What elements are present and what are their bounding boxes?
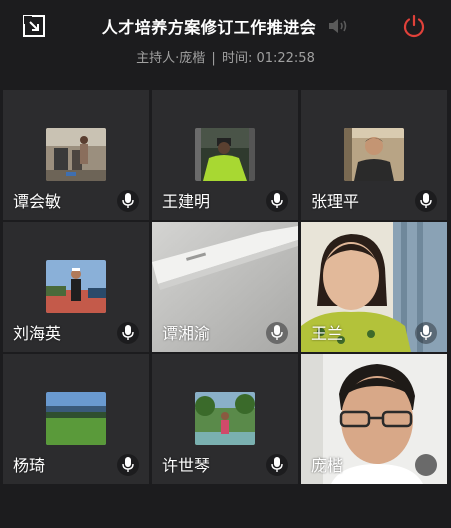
participant-video[interactable]: 庞楷 bbox=[301, 354, 447, 484]
meeting-info: 主持人·庞楷 | 时间: 01:22:58 bbox=[0, 47, 451, 66]
participant-name: 王建明 bbox=[162, 192, 211, 211]
participant-avatar bbox=[46, 392, 106, 445]
participant-avatar bbox=[46, 128, 106, 181]
meeting-header: 人才培养方案修订工作推进会 主持人·庞楷 | 时间: 01:22:58 bbox=[0, 0, 451, 86]
participant-video[interactable]: 王兰 bbox=[301, 222, 447, 352]
mic-icon[interactable] bbox=[266, 454, 288, 476]
info-separator: | bbox=[211, 51, 216, 66]
speaker-icon[interactable] bbox=[327, 17, 349, 35]
mic-icon[interactable] bbox=[266, 190, 288, 212]
mic-icon[interactable] bbox=[117, 454, 139, 476]
participant-avatar bbox=[195, 128, 255, 181]
participant-tile[interactable]: 王建明 bbox=[152, 90, 298, 220]
participant-tile[interactable]: 刘海英 bbox=[3, 222, 149, 352]
participant-grid: 谭会敏 王建明 张理平 刘海英 谭湘渝 王兰 杨琦 许世琴 庞楷 bbox=[3, 90, 447, 484]
participant-tile[interactable]: 谭会敏 bbox=[3, 90, 149, 220]
power-icon bbox=[403, 14, 425, 38]
participant-name: 刘海英 bbox=[13, 324, 62, 343]
participant-name: 杨琦 bbox=[13, 456, 46, 475]
participant-avatar bbox=[46, 260, 106, 313]
mic-icon[interactable] bbox=[117, 190, 139, 212]
mic-icon[interactable] bbox=[117, 322, 139, 344]
participant-tile[interactable]: 许世琴 bbox=[152, 354, 298, 484]
participant-name: 谭会敏 bbox=[13, 192, 62, 211]
participant-video[interactable]: 谭湘渝 bbox=[152, 222, 298, 352]
speaking-indicator bbox=[415, 454, 437, 476]
host-label: 主持人·庞楷 bbox=[136, 51, 206, 66]
participant-avatar bbox=[344, 128, 404, 181]
participant-tile[interactable]: 张理平 bbox=[301, 90, 447, 220]
mic-icon[interactable] bbox=[415, 322, 437, 344]
mic-icon[interactable] bbox=[266, 322, 288, 344]
participant-avatar bbox=[195, 392, 255, 445]
participant-tile[interactable]: 杨琦 bbox=[3, 354, 149, 484]
participant-name: 庞楷 bbox=[311, 456, 344, 475]
meeting-title: 人才培养方案修订工作推进会 bbox=[101, 18, 317, 37]
participant-name: 张理平 bbox=[311, 192, 360, 211]
mic-icon[interactable] bbox=[415, 190, 437, 212]
participant-name: 许世琴 bbox=[162, 456, 211, 475]
leave-meeting-button[interactable] bbox=[402, 14, 426, 38]
participant-name: 谭湘渝 bbox=[162, 324, 211, 343]
participant-name: 王兰 bbox=[311, 324, 344, 343]
meeting-timer: 时间: 01:22:58 bbox=[221, 51, 315, 66]
bottom-bar bbox=[0, 484, 451, 528]
